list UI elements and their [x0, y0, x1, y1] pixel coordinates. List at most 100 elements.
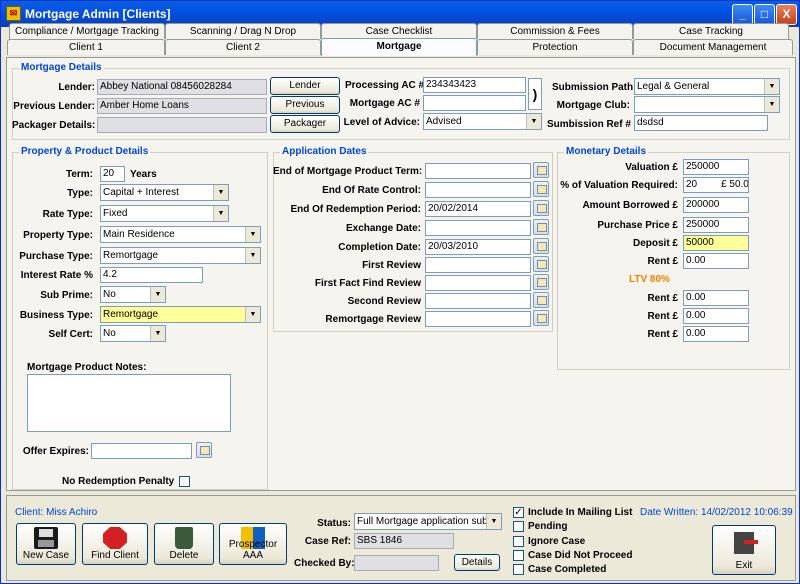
submission-ref-field[interactable]: dsdsd — [634, 115, 768, 131]
tab-scanning[interactable]: Scanning / Drag N Drop — [165, 23, 321, 39]
tab-document-management[interactable]: Document Management — [633, 39, 793, 55]
calendar-icon[interactable] — [533, 181, 549, 197]
rent-field[interactable]: 0.00 — [683, 326, 749, 342]
pending-checkbox[interactable] — [513, 521, 524, 532]
details-button[interactable]: Details — [454, 554, 500, 571]
date-field[interactable] — [425, 257, 531, 273]
phone-icon[interactable]: ) — [528, 78, 542, 110]
calendar-icon[interactable] — [533, 310, 549, 326]
date-field[interactable] — [425, 311, 531, 327]
date-field[interactable] — [425, 220, 531, 236]
type-select[interactable]: Capital + Interest ▼ — [100, 184, 229, 201]
business-type-label: Business Type: — [19, 310, 93, 321]
lender-field[interactable]: Abbey National 08456028284 — [97, 79, 267, 95]
tab-client-2[interactable]: Client 2 — [165, 39, 321, 55]
submission-path-select[interactable]: Legal & General ▼ — [634, 78, 780, 95]
checked-by-field[interactable] — [354, 555, 439, 571]
chevron-down-icon[interactable]: ▼ — [213, 185, 228, 200]
purchase-price-field[interactable]: 250000 — [683, 217, 749, 233]
ignore-case-checkbox[interactable] — [513, 536, 524, 547]
calendar-icon[interactable] — [533, 238, 549, 254]
date-field[interactable] — [425, 293, 531, 309]
chevron-down-icon[interactable]: ▼ — [245, 307, 260, 322]
chevron-down-icon[interactable]: ▼ — [150, 287, 165, 302]
chevron-down-icon[interactable]: ▼ — [213, 206, 228, 221]
chevron-down-icon[interactable]: ▼ — [150, 326, 165, 341]
case-ref-field[interactable]: SBS 1846 — [354, 533, 454, 549]
term-unit: Years — [130, 169, 157, 180]
rent-field[interactable]: 0.00 — [683, 253, 749, 269]
rent-field[interactable]: 0.00 — [683, 308, 749, 324]
rent-field[interactable]: 0.00 — [683, 290, 749, 306]
packager-button[interactable]: Packager — [270, 115, 340, 133]
chevron-down-icon[interactable]: ▼ — [764, 79, 779, 94]
minimize-button[interactable]: _ — [732, 4, 753, 25]
tab-commission[interactable]: Commission & Fees — [477, 23, 633, 39]
calendar-icon[interactable] — [533, 256, 549, 272]
lender-button[interactable]: Lender — [270, 77, 340, 95]
chevron-down-icon[interactable]: ▼ — [526, 114, 541, 129]
sub-prime-select[interactable]: No ▼ — [100, 286, 166, 303]
did-not-proceed-checkbox[interactable] — [513, 550, 524, 561]
chevron-down-icon[interactable]: ▼ — [245, 248, 260, 263]
interest-rate-field[interactable]: 4.2 — [100, 267, 203, 283]
include-mailing-checkbox[interactable]: ✓ — [513, 507, 524, 518]
calendar-icon[interactable] — [196, 442, 212, 458]
date-field[interactable] — [425, 163, 531, 179]
calendar-icon[interactable] — [533, 274, 549, 290]
calendar-icon[interactable] — [533, 200, 549, 216]
offer-expires-field[interactable] — [91, 443, 192, 459]
tab-case-tracking[interactable]: Case Tracking — [633, 23, 789, 39]
prospector-button[interactable]: Prospector AAA — [219, 523, 287, 565]
case-completed-checkbox[interactable] — [513, 564, 524, 575]
amount-borrowed-field[interactable]: 200000 — [683, 197, 749, 213]
deposit-field[interactable]: 50000 — [683, 235, 749, 251]
purchase-type-select[interactable]: Remortgage ▼ — [100, 247, 261, 264]
type-label: Type: — [67, 188, 93, 199]
checked-by-label: Checked By: — [294, 558, 355, 569]
date-field[interactable] — [425, 182, 531, 198]
business-type-select[interactable]: Remortgage ▼ — [100, 306, 261, 323]
chevron-down-icon[interactable]: ▼ — [764, 97, 779, 112]
valuation-field[interactable]: 250000 — [683, 159, 749, 175]
chevron-down-icon[interactable]: ▼ — [245, 227, 260, 242]
status-select[interactable]: Full Mortgage application submitted ▼ — [354, 513, 502, 530]
previous-lender-button[interactable]: Previous Lender — [270, 96, 340, 126]
sub-prime-value: No — [103, 289, 116, 300]
notes-field[interactable] — [27, 374, 231, 432]
calendar-icon[interactable] — [533, 219, 549, 235]
previous-lender-field[interactable]: Amber Home Loans — [97, 98, 267, 114]
exit-button[interactable]: Exit — [712, 525, 776, 575]
tab-compliance[interactable]: Compliance / Mortgage Tracking — [9, 23, 165, 39]
level-of-advice-select[interactable]: Advised ▼ — [423, 113, 542, 130]
find-client-button[interactable]: Find Client — [82, 523, 148, 565]
calendar-icon[interactable] — [533, 292, 549, 308]
close-button[interactable]: X — [776, 4, 797, 25]
no-redemption-checkbox[interactable] — [179, 476, 190, 487]
trash-icon — [175, 527, 193, 549]
purchase-price-label: Purchase Price £ — [597, 220, 678, 231]
term-field[interactable]: 20 — [100, 166, 125, 182]
packager-field[interactable] — [97, 117, 267, 133]
calendar-icon[interactable] — [533, 162, 549, 178]
mortgage-ac-field[interactable] — [423, 95, 526, 111]
tab-client-1[interactable]: Client 1 — [7, 39, 165, 55]
property-type-select[interactable]: Main Residence ▼ — [100, 226, 261, 243]
no-redemption-label: No Redemption Penalty — [62, 476, 175, 487]
mortgage-club-select[interactable]: ▼ — [634, 96, 780, 113]
maximize-button[interactable]: □ — [754, 4, 775, 25]
new-case-button[interactable]: New Case — [16, 523, 76, 565]
find-client-label: Find Client — [91, 550, 139, 561]
valuation-pct-field[interactable]: 20 £ 50.000 — [683, 177, 749, 193]
date-field[interactable] — [425, 275, 531, 291]
self-cert-select[interactable]: No ▼ — [100, 325, 166, 342]
date-field[interactable]: 20/03/2010 — [425, 239, 531, 255]
rate-type-select[interactable]: Fixed ▼ — [100, 205, 229, 222]
date-field[interactable]: 20/02/2014 — [425, 201, 531, 217]
tab-protection[interactable]: Protection — [477, 39, 633, 55]
delete-button[interactable]: Delete — [154, 523, 214, 565]
processing-ac-field[interactable]: 234343423 — [423, 77, 526, 93]
tab-mortgage[interactable]: Mortgage — [321, 38, 477, 56]
tab-case-checklist[interactable]: Case Checklist — [321, 23, 477, 39]
chevron-down-icon[interactable]: ▼ — [486, 514, 501, 529]
